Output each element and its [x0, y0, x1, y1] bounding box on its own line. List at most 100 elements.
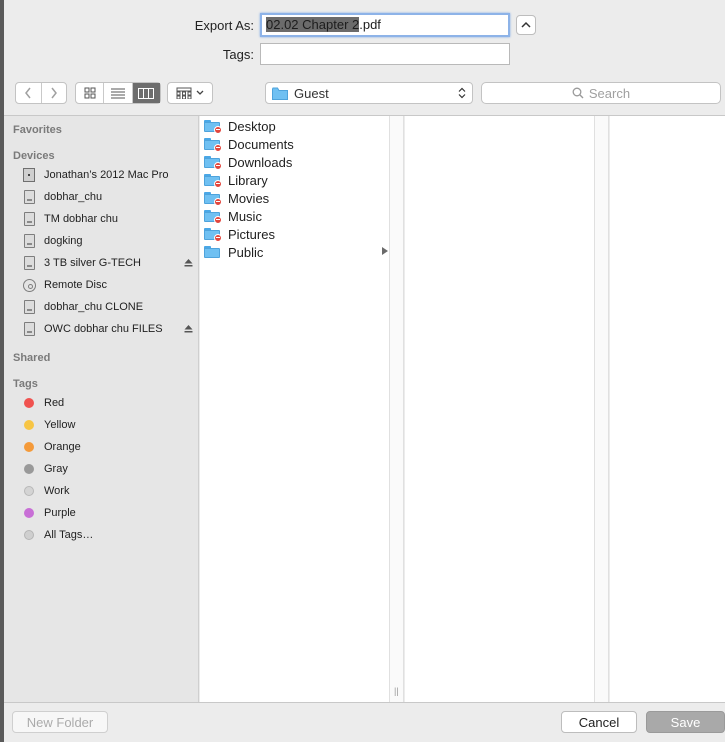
file-name: Downloads — [228, 154, 293, 170]
list-item[interactable]: Library — [204, 171, 388, 189]
sidebar-tag-orange[interactable]: Orange — [22, 437, 194, 457]
tag-dot-icon — [24, 464, 34, 474]
save-button[interactable]: Save — [646, 711, 725, 733]
tag-dot-icon — [24, 508, 34, 518]
sidebar-device-g-tech[interactable]: 3 TB silver G-TECH — [22, 253, 194, 273]
new-folder-button[interactable]: New Folder — [12, 711, 108, 733]
sidebar-device-label: OWC dobhar chu FILES — [44, 323, 163, 335]
sidebar-tag-purple[interactable]: Purple — [22, 503, 194, 523]
folder-restricted-icon — [204, 120, 222, 134]
disk-icon — [23, 212, 35, 226]
chevron-down-icon — [196, 90, 204, 95]
navigation-group — [15, 82, 67, 104]
expand-dialog-button[interactable] — [516, 15, 536, 35]
list-view-icon — [110, 88, 125, 98]
disk-icon — [23, 256, 35, 270]
sidebar-device-label: dogking — [44, 235, 83, 247]
list-view-button[interactable] — [103, 83, 131, 103]
export-name-extension: .pdf — [359, 17, 381, 32]
sidebar-device-label: TM dobhar chu — [44, 213, 118, 225]
all-tags-icon — [24, 530, 34, 540]
favorites-heading: Favorites — [13, 124, 62, 136]
sidebar-tag-work[interactable]: Work — [22, 481, 194, 501]
sidebar-tag-gray[interactable]: Gray — [22, 459, 194, 479]
sidebar-device-clone[interactable]: dobhar_chu CLONE — [22, 297, 194, 317]
export-as-row: Export As: 02.02 Chapter 2.pdf — [180, 13, 536, 37]
tag-dot-icon — [24, 486, 34, 496]
magnifier-icon — [572, 87, 584, 99]
sidebar-device-dogking[interactable]: dogking — [22, 231, 194, 251]
disk-icon — [23, 190, 35, 204]
file-name: Movies — [228, 190, 270, 206]
file-name: Desktop — [228, 118, 276, 134]
sidebar-tag-red[interactable]: Red — [22, 393, 194, 413]
view-mode-group — [75, 82, 161, 104]
export-as-field[interactable]: 02.02 Chapter 2.pdf — [260, 13, 510, 37]
browser-column-1: Desktop Documents Downloads Library Movi… — [200, 116, 390, 702]
sidebar-all-tags[interactable]: All Tags… — [22, 525, 194, 545]
list-item[interactable]: Music — [204, 207, 388, 225]
column-resize-handle[interactable]: || — [390, 116, 404, 702]
list-item[interactable]: Downloads — [204, 153, 388, 171]
file-name: Library — [228, 172, 268, 188]
location-popup[interactable]: Guest — [265, 82, 473, 104]
tag-dot-icon — [24, 398, 34, 408]
sidebar-tag-label: Gray — [44, 463, 68, 475]
folder-restricted-icon — [204, 210, 222, 224]
search-field[interactable]: Search — [481, 82, 721, 104]
tags-field[interactable] — [260, 43, 510, 65]
tag-dot-icon — [24, 420, 34, 430]
sidebar-tag-label: Purple — [44, 507, 76, 519]
computer-icon — [23, 168, 35, 182]
sidebar-device-label: 3 TB silver G-TECH — [44, 257, 141, 269]
file-name: Documents — [228, 136, 294, 152]
icon-view-button[interactable] — [76, 83, 103, 103]
sidebar-device-label: dobhar_chu — [44, 191, 103, 203]
location-label: Guest — [294, 85, 329, 101]
folder-restricted-icon — [204, 174, 222, 188]
export-dialog: Export As: 02.02 Chapter 2.pdf Tags: Gue… — [4, 0, 725, 742]
list-item[interactable]: Desktop — [204, 117, 388, 135]
sidebar-tag-label: Red — [44, 397, 65, 409]
disk-icon — [23, 300, 35, 314]
column-view-button[interactable] — [131, 83, 160, 103]
folder-restricted-icon — [204, 138, 222, 152]
sidebar: Favorites Devices Jonathan’s 2012 Mac Pr… — [4, 116, 199, 702]
forward-button[interactable] — [40, 83, 67, 103]
column-resize-handle[interactable] — [595, 116, 609, 702]
sidebar-tag-label: Work — [44, 485, 70, 497]
back-button[interactable] — [16, 83, 41, 103]
sidebar-tag-label: Orange — [44, 441, 81, 453]
column-view-icon — [138, 87, 155, 99]
export-name-selection: 02.02 Chapter 2 — [266, 17, 360, 32]
sidebar-tag-yellow[interactable]: Yellow — [22, 415, 194, 435]
cancel-button[interactable]: Cancel — [561, 711, 637, 733]
export-as-label: Export As: — [194, 17, 254, 33]
browser-column-3 — [610, 116, 725, 702]
dialog-button-bar: New Folder Cancel Save — [4, 702, 725, 742]
tag-dot-icon — [24, 442, 34, 452]
resize-grip-icon: || — [394, 686, 399, 696]
file-name: Music — [228, 208, 262, 224]
list-item[interactable]: Documents — [204, 135, 388, 153]
devices-heading: Devices — [13, 150, 55, 162]
shared-heading: Shared — [13, 352, 51, 364]
disk-icon — [23, 234, 35, 248]
folder-icon — [204, 246, 220, 258]
sidebar-device-owc[interactable]: OWC dobhar chu FILES — [22, 319, 194, 339]
file-name: Public — [228, 244, 264, 260]
list-item[interactable]: Pictures — [204, 225, 388, 243]
file-name: Pictures — [228, 226, 275, 242]
disc-icon — [22, 278, 36, 292]
list-item[interactable]: Movies — [204, 189, 388, 207]
sidebar-device-tm-dobhar-chu[interactable]: TM dobhar chu — [22, 209, 194, 229]
arrange-button[interactable] — [167, 82, 213, 104]
sidebar-device-remote-disc[interactable]: Remote Disc — [22, 275, 194, 295]
sidebar-device-mac-pro[interactable]: Jonathan’s 2012 Mac Pro — [22, 165, 194, 185]
folder-restricted-icon — [204, 192, 222, 206]
list-item[interactable]: Public — [204, 243, 388, 261]
sidebar-device-dobhar-chu[interactable]: dobhar_chu — [22, 187, 194, 207]
eject-icon[interactable] — [182, 258, 194, 269]
up-down-arrows-icon — [458, 87, 466, 99]
eject-icon[interactable] — [182, 324, 194, 335]
